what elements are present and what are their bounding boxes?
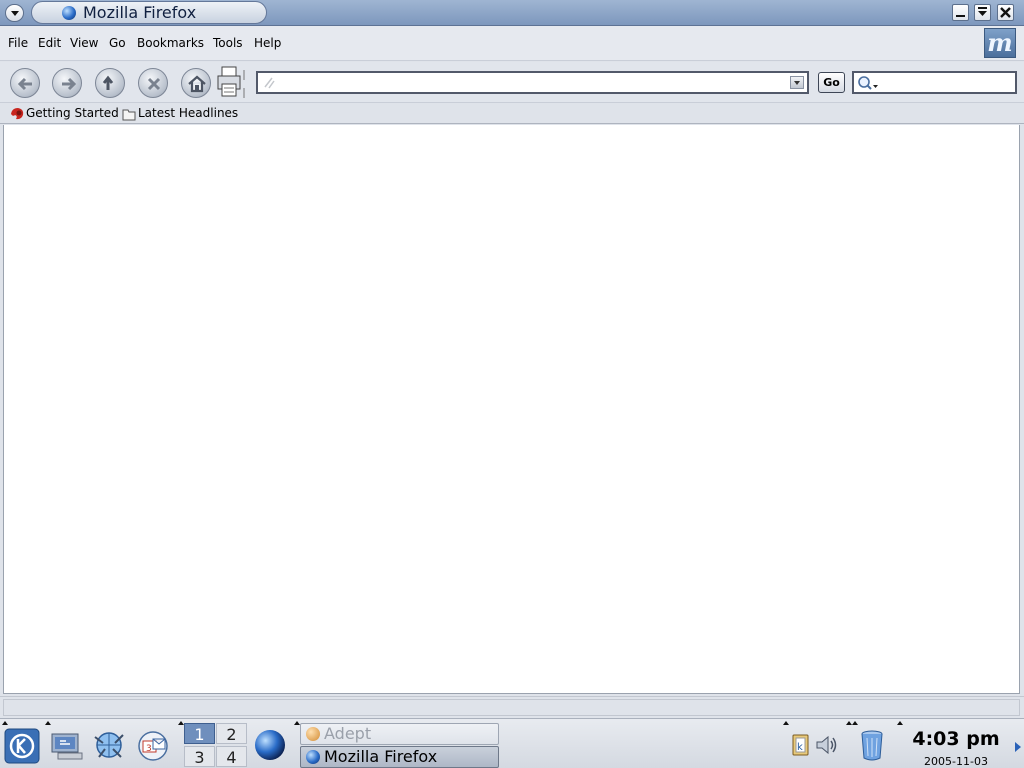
- back-icon: [17, 77, 32, 91]
- panel-handle-icon[interactable]: [852, 721, 858, 725]
- url-input[interactable]: [280, 74, 785, 91]
- bookmarks-toolbar: Getting Started Latest Headlines: [0, 103, 1024, 124]
- firefox-globe-icon: [62, 6, 76, 20]
- desktop-pager: 1 2 3 4: [184, 723, 248, 767]
- svg-text:k: k: [797, 742, 803, 753]
- throbber-logo-icon[interactable]: m: [984, 28, 1016, 58]
- pager-desktop-3[interactable]: 3: [184, 746, 215, 767]
- clock-date: 2005-11-03: [924, 755, 988, 768]
- home-icon: [188, 75, 206, 93]
- maximize-button[interactable]: [974, 4, 991, 21]
- volume-tray-button[interactable]: [814, 732, 840, 758]
- menu-view[interactable]: View: [70, 36, 98, 50]
- status-bar: [0, 696, 1024, 718]
- status-text-panel: [3, 699, 1020, 716]
- klipper-tray-button[interactable]: k: [790, 732, 812, 758]
- stop-button[interactable]: [138, 68, 168, 98]
- go-button[interactable]: Go: [818, 72, 845, 93]
- konqueror-icon: [94, 732, 124, 758]
- minimize-button[interactable]: [952, 4, 969, 21]
- menu-edit[interactable]: Edit: [38, 36, 61, 50]
- menu-bookmarks[interactable]: Bookmarks: [137, 36, 204, 50]
- pager-desktop-4[interactable]: 4: [216, 746, 247, 767]
- close-icon: [1000, 7, 1011, 18]
- panel-handle-icon[interactable]: [2, 721, 8, 725]
- adept-icon: [306, 727, 320, 741]
- browser-content-area[interactable]: [3, 125, 1020, 694]
- url-bar[interactable]: [256, 71, 809, 94]
- search-box[interactable]: [852, 71, 1017, 94]
- menubar: File Edit View Go Bookmarks Tools Help m: [0, 26, 1024, 61]
- stop-icon: [147, 77, 161, 91]
- konqueror-launcher[interactable]: [91, 727, 127, 763]
- firefox-bookmark-icon: [11, 108, 24, 120]
- klipper-icon: k: [792, 734, 809, 756]
- bookmark-getting-started[interactable]: Getting Started: [8, 105, 119, 122]
- task-mozilla-firefox[interactable]: Mozilla Firefox: [300, 746, 499, 768]
- window-title: Mozilla Firefox: [83, 3, 197, 22]
- pager-desktop-1[interactable]: 1: [184, 723, 215, 744]
- forward-button[interactable]: [52, 68, 82, 98]
- maximize-icon: [978, 7, 987, 16]
- livemark-folder-icon: [122, 109, 136, 121]
- kontact-icon: 3: [138, 731, 168, 761]
- window-titlebar[interactable]: Mozilla Firefox: [0, 0, 1024, 26]
- kde-panel: 3 1 2 3 4 Adept Mozilla Firefox k 4:03 p…: [0, 718, 1024, 768]
- home-button[interactable]: [181, 68, 211, 98]
- menu-tools[interactable]: Tools: [213, 36, 243, 50]
- task-adept[interactable]: Adept: [300, 723, 499, 745]
- kde-menu-button[interactable]: [4, 728, 40, 764]
- close-button[interactable]: [997, 4, 1014, 21]
- search-input[interactable]: [880, 74, 1010, 91]
- svg-text:3: 3: [146, 744, 152, 754]
- task-label: Mozilla Firefox: [324, 747, 438, 766]
- menu-help[interactable]: Help: [254, 36, 281, 50]
- panel-hide-arrow-icon[interactable]: [1014, 741, 1022, 753]
- task-label: Adept: [324, 724, 372, 743]
- desktop-screen: Mozilla Firefox File Edit View Go Bookma…: [0, 0, 1024, 768]
- kde-menu-icon: [4, 728, 40, 764]
- desktop-icon: [51, 733, 83, 760]
- menu-file[interactable]: File: [8, 36, 28, 50]
- print-button[interactable]: [216, 66, 250, 100]
- pager-desktop-2[interactable]: 2: [216, 723, 247, 744]
- panel-handle-icon[interactable]: [897, 721, 903, 725]
- panel-handle-icon[interactable]: [783, 721, 789, 725]
- print-icon: [217, 66, 245, 98]
- minimize-icon: [956, 15, 965, 17]
- trash-icon: [861, 730, 883, 761]
- show-desktop-button[interactable]: [48, 727, 84, 763]
- forward-icon: [62, 77, 77, 91]
- trash-button[interactable]: [858, 728, 886, 762]
- bookmark-label: Getting Started: [26, 106, 119, 120]
- firefox-icon: [255, 730, 285, 760]
- bookmark-label: Latest Headlines: [138, 106, 239, 120]
- bookmark-latest-headlines[interactable]: Latest Headlines: [120, 105, 239, 122]
- navigation-toolbar: Go: [0, 62, 1024, 103]
- search-engine-icon[interactable]: [856, 74, 880, 92]
- menu-go[interactable]: Go: [109, 36, 126, 50]
- url-history-dropdown-icon[interactable]: [790, 76, 804, 89]
- kontact-launcher[interactable]: 3: [135, 727, 171, 763]
- window-title-pill: Mozilla Firefox: [31, 1, 267, 24]
- back-button[interactable]: [10, 68, 40, 98]
- panel-handle-icon[interactable]: [45, 721, 51, 725]
- firefox-launcher[interactable]: [252, 727, 288, 763]
- reload-button[interactable]: [95, 68, 125, 98]
- clock-time: 4:03 pm: [912, 728, 1000, 750]
- clock[interactable]: 4:03 pm 2005-11-03: [904, 723, 1008, 768]
- firefox-icon: [306, 750, 320, 764]
- volume-icon: [816, 735, 837, 755]
- page-proxy-icon[interactable]: [263, 75, 275, 89]
- window-menu-button[interactable]: [5, 4, 24, 22]
- reload-icon: [102, 75, 114, 90]
